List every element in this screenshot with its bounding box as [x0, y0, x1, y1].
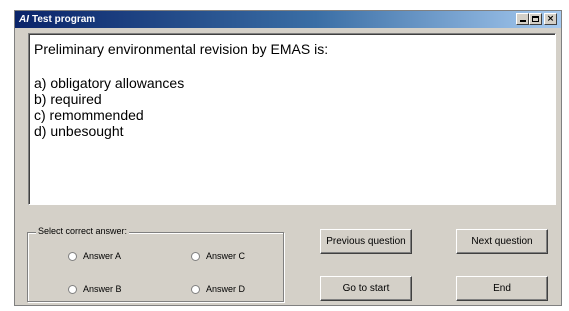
- question-text: Preliminary environmental revision by EM…: [34, 41, 329, 57]
- test-program-window: AI Test program × Preliminary environmen…: [14, 10, 562, 306]
- app-icon: AI: [19, 14, 29, 25]
- previous-question-button[interactable]: Previous question: [320, 229, 412, 254]
- radio-answer-a[interactable]: Answer A: [68, 251, 121, 261]
- radio-answer-d[interactable]: Answer D: [191, 284, 245, 294]
- radio-answer-b[interactable]: Answer B: [68, 284, 122, 294]
- close-button[interactable]: ×: [544, 13, 557, 25]
- window-title: Test program: [32, 14, 96, 25]
- end-button[interactable]: End: [456, 276, 548, 301]
- option-a-text: a) obligatory allowances: [34, 75, 185, 91]
- radio-answer-b-label: Answer B: [83, 284, 122, 294]
- radio-answer-c[interactable]: Answer C: [191, 251, 245, 261]
- radio-answer-c-label: Answer C: [206, 251, 246, 261]
- maximize-button[interactable]: [529, 13, 542, 25]
- go-to-start-button[interactable]: Go to start: [320, 276, 412, 301]
- option-c-text: c) remommended: [34, 107, 144, 123]
- maximize-icon: [532, 16, 539, 22]
- window-controls: ×: [516, 13, 557, 25]
- radio-circle-icon[interactable]: [68, 284, 77, 294]
- radio-answer-a-label: Answer A: [83, 251, 122, 261]
- close-icon: ×: [546, 14, 555, 24]
- question-text-area[interactable]: Preliminary environmental revision by EM…: [28, 33, 556, 205]
- radio-circle-icon[interactable]: [191, 284, 200, 294]
- minimize-button[interactable]: [516, 13, 529, 25]
- option-b-text: b) required: [34, 91, 102, 107]
- minimize-icon: [520, 20, 526, 22]
- answer-group: Select correct answer: Answer A Answer B…: [27, 226, 284, 302]
- answer-group-label: Select correct answer:: [36, 226, 130, 236]
- option-d-text: d) unbesought: [34, 123, 124, 139]
- title-bar[interactable]: AI Test program ×: [15, 11, 561, 28]
- radio-answer-d-label: Answer D: [206, 284, 246, 294]
- next-question-button[interactable]: Next question: [456, 229, 548, 254]
- radio-circle-icon[interactable]: [68, 251, 77, 261]
- radio-circle-icon[interactable]: [191, 251, 200, 261]
